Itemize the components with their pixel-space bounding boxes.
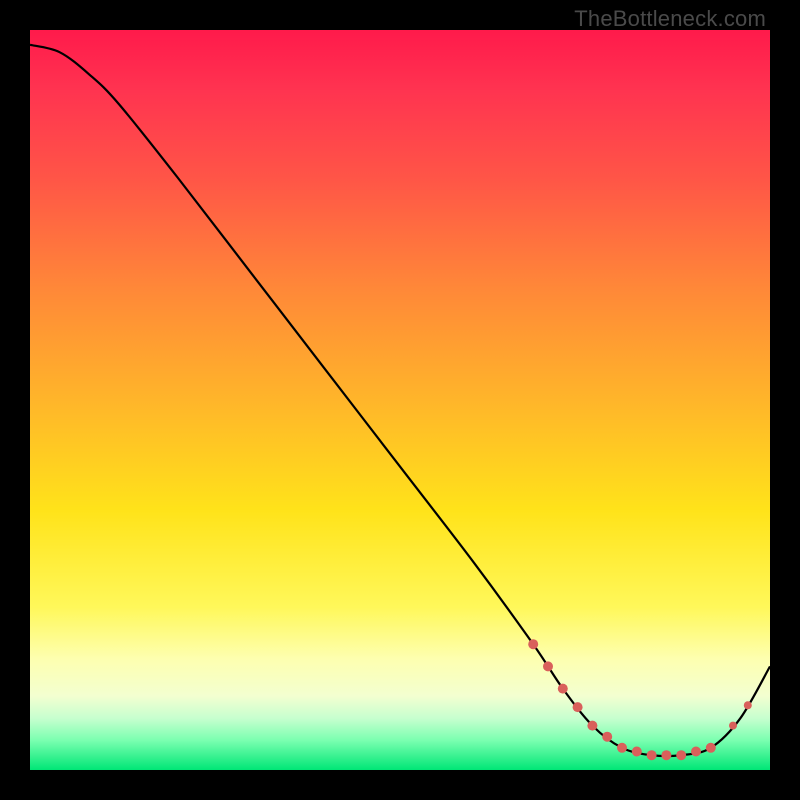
marker-dot [729, 722, 737, 730]
marker-dot [587, 721, 597, 731]
marker-dot [543, 661, 553, 671]
chart-area [30, 30, 770, 770]
marker-dot [573, 702, 583, 712]
marker-dot [617, 743, 627, 753]
marker-dot [528, 639, 538, 649]
marker-dot [632, 747, 642, 757]
watermark-text: TheBottleneck.com [574, 6, 766, 32]
marker-dot [558, 684, 568, 694]
marker-dot [647, 750, 657, 760]
marker-dot [676, 750, 686, 760]
marker-dot [661, 750, 671, 760]
marker-dot [691, 747, 701, 757]
bottleneck-curve-svg [30, 30, 770, 770]
marker-dot [602, 732, 612, 742]
marker-dot [706, 743, 716, 753]
bottleneck-curve-path [30, 45, 770, 756]
marker-dot [744, 701, 752, 709]
